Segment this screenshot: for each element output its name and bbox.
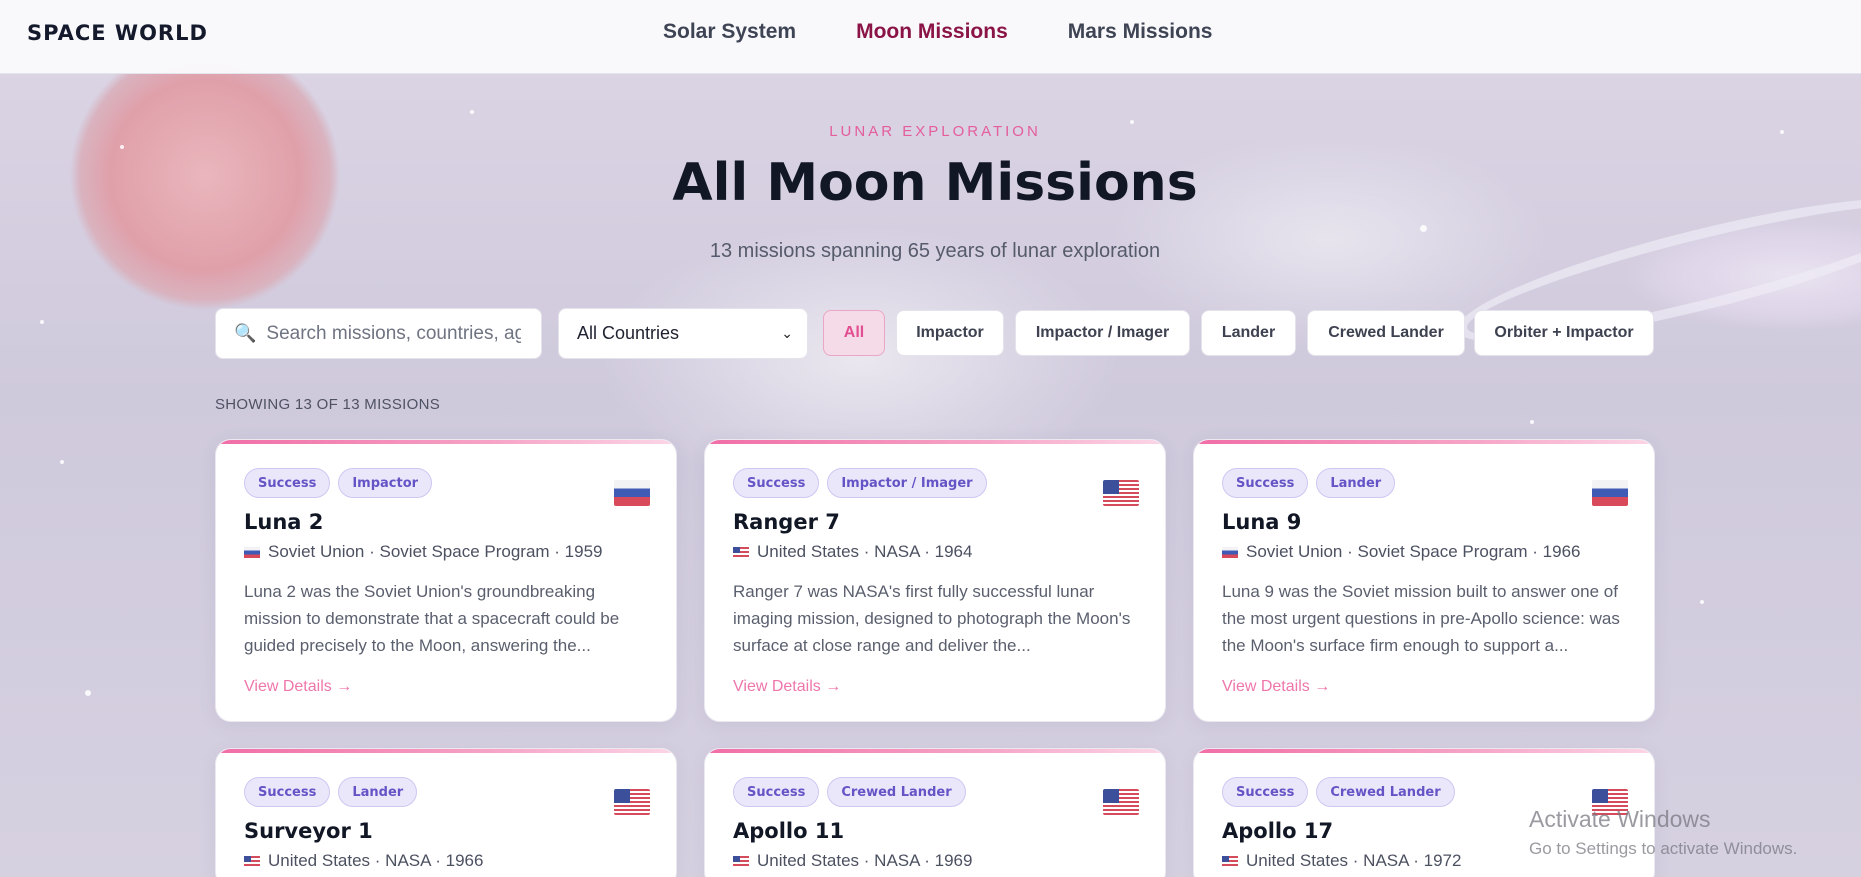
usa-flag-icon — [244, 855, 260, 867]
main-nav: Solar System Moon Missions Mars Missions — [663, 20, 1212, 44]
mission-meta: Soviet Union · Soviet Space Program · 19… — [244, 542, 603, 562]
card-accent-line — [705, 440, 1165, 444]
star — [85, 690, 91, 696]
star — [60, 460, 64, 464]
mission-card[interactable]: Success Lander Surveyor 1 United States … — [215, 748, 677, 877]
brand-logo[interactable]: SPACE WORLD — [27, 21, 208, 45]
type-badge: Crewed Lander — [1316, 777, 1455, 807]
chevron-down-icon: ⌄ — [781, 325, 793, 341]
page-subtitle: 13 missions spanning 65 years of lunar e… — [709, 240, 1161, 262]
usa-flag-icon — [1103, 789, 1139, 815]
star — [1530, 420, 1534, 424]
card-accent-line — [216, 749, 676, 753]
filter-chip-orbiter-impactor[interactable]: Orbiter + Impactor — [1474, 310, 1654, 356]
star — [470, 110, 474, 114]
type-badge: Impactor / Imager — [827, 468, 987, 498]
page-title: All Moon Missions — [672, 153, 1198, 213]
card-badges: Success Crewed Lander — [733, 777, 966, 807]
mission-name: Ranger 7 — [733, 510, 840, 534]
nav-solar-system[interactable]: Solar System — [663, 20, 796, 44]
mission-meta: United States · NASA · 1966 — [244, 851, 483, 871]
top-navigation-bar: SPACE WORLD Solar System Moon Missions M… — [0, 0, 1861, 74]
mission-name: Luna 2 — [244, 510, 324, 534]
search-box[interactable]: 🔍 — [215, 308, 542, 359]
nav-mars-missions[interactable]: Mars Missions — [1068, 20, 1213, 44]
card-badges: Success Lander — [1222, 468, 1396, 498]
star — [1420, 225, 1427, 232]
view-details-link[interactable]: View Details → — [1222, 678, 1330, 696]
mission-card[interactable]: Success Impactor / Imager Ranger 7 Unite… — [704, 439, 1166, 722]
usa-flag-icon — [733, 855, 749, 867]
mission-meta: United States · NASA · 1972 — [1222, 851, 1461, 871]
magnifier-icon: 🔍 — [234, 323, 257, 344]
usa-flag-icon — [1103, 480, 1139, 506]
view-details-link[interactable]: View Details → — [244, 678, 352, 696]
filter-chip-impactor[interactable]: Impactor — [896, 310, 1004, 356]
mission-meta: Soviet Union · Soviet Space Program · 19… — [1222, 542, 1581, 562]
type-badge: Lander — [338, 777, 418, 807]
country-select[interactable]: All Countries ⌄ — [558, 308, 808, 359]
watermark-line-1: Activate Windows — [1529, 806, 1711, 832]
mission-card[interactable]: Success Crewed Lander Apollo 11 United S… — [704, 748, 1166, 877]
card-badges: Success Crewed Lander — [1222, 777, 1455, 807]
mission-description: Luna 9 was the Soviet mission built to a… — [1222, 582, 1620, 655]
status-badge: Success — [1222, 777, 1309, 807]
mission-meta: United States · NASA · 1969 — [733, 851, 972, 871]
results-count: SHOWING 13 OF 13 MISSIONS — [215, 396, 441, 413]
filter-chip-crewed-lander[interactable]: Crewed Lander — [1307, 310, 1465, 356]
mission-meta-text: United States · NASA · 1972 — [1246, 851, 1462, 870]
mission-card[interactable]: Success Lander Luna 9 Soviet Union · Sov… — [1193, 439, 1655, 722]
view-details-link[interactable]: View Details → — [733, 678, 841, 696]
russia-flag-icon — [1592, 480, 1628, 506]
star — [1700, 600, 1704, 604]
card-accent-line — [216, 440, 676, 444]
mission-name: Apollo 11 — [733, 819, 845, 843]
mission-name: Surveyor 1 — [244, 819, 373, 843]
status-badge: Success — [244, 777, 331, 807]
watermark-line-2: Go to Settings to activate Windows. — [1529, 839, 1798, 858]
russia-flag-icon — [1222, 546, 1238, 558]
mission-meta-text: United States · NASA · 1969 — [757, 851, 973, 870]
country-select-value: All Countries — [577, 323, 680, 343]
status-badge: Success — [733, 468, 820, 498]
card-accent-line — [705, 749, 1165, 753]
mission-description: Luna 2 was the Soviet Union's groundbrea… — [244, 582, 620, 655]
usa-flag-icon — [614, 789, 650, 815]
russia-flag-icon — [244, 546, 260, 558]
windows-activation-watermark: Activate Windows Go to Settings to activ… — [1529, 806, 1797, 859]
card-badges: Success Lander — [244, 777, 418, 807]
status-badge: Success — [733, 777, 820, 807]
filter-chip-impactor-imager[interactable]: Impactor / Imager — [1015, 310, 1190, 356]
card-accent-line — [1194, 749, 1654, 753]
search-input[interactable] — [266, 322, 522, 345]
mission-description: Ranger 7 was NASA's first fully successf… — [733, 582, 1131, 655]
russia-flag-icon — [614, 480, 650, 506]
type-badge: Impactor — [338, 468, 433, 498]
status-badge: Success — [1222, 468, 1309, 498]
nav-moon-missions[interactable]: Moon Missions — [856, 20, 1008, 44]
card-accent-line — [1194, 440, 1654, 444]
status-badge: Success — [244, 468, 331, 498]
card-badges: Success Impactor / Imager — [733, 468, 987, 498]
section-eyebrow: LUNAR EXPLORATION — [829, 123, 1041, 140]
card-badges: Success Impactor — [244, 468, 433, 498]
mission-meta-text: Soviet Union · Soviet Space Program · 19… — [1246, 542, 1581, 561]
type-badge: Lander — [1316, 468, 1396, 498]
star — [120, 145, 124, 149]
mission-meta-text: United States · NASA · 1964 — [757, 542, 973, 561]
mission-name: Luna 9 — [1222, 510, 1302, 534]
filter-chip-all[interactable]: All — [823, 310, 885, 356]
mission-meta: United States · NASA · 1964 — [733, 542, 972, 562]
mission-name: Apollo 17 — [1222, 819, 1334, 843]
mission-card[interactable]: Success Impactor Luna 2 Soviet Union · S… — [215, 439, 677, 722]
usa-flag-icon — [1222, 855, 1238, 867]
usa-flag-icon — [733, 546, 749, 558]
mission-meta-text: United States · NASA · 1966 — [268, 851, 484, 870]
type-badge: Crewed Lander — [827, 777, 966, 807]
mission-meta-text: Soviet Union · Soviet Space Program · 19… — [268, 542, 603, 561]
star — [40, 320, 44, 324]
filter-chip-lander[interactable]: Lander — [1201, 310, 1296, 356]
